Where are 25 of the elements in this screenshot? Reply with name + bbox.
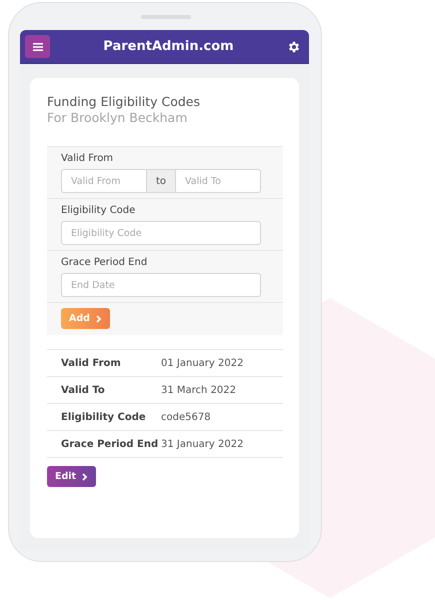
settings-icon[interactable] xyxy=(287,40,301,54)
edit-button[interactable]: Edit xyxy=(47,466,96,487)
detail-value: 31 January 2022 xyxy=(161,438,244,450)
detail-label: Valid To xyxy=(61,384,106,396)
chevron-right-icon xyxy=(82,472,88,480)
field-label: Grace Period End xyxy=(61,257,148,268)
field-label: Valid From xyxy=(61,153,114,164)
menu-icon xyxy=(32,42,42,50)
detail-value: 31 March 2022 xyxy=(161,384,236,396)
card-title: Funding Eligibility Codes xyxy=(47,94,201,109)
input-field[interactable]: Valid From xyxy=(61,169,147,193)
detail-value: 01 January 2022 xyxy=(161,358,244,368)
detail-label: Eligibility Code xyxy=(61,412,147,422)
input-field[interactable]: Valid To xyxy=(175,169,261,193)
input-field[interactable]: Eligibility Code xyxy=(61,221,261,245)
detail-label: Grace Period End xyxy=(61,438,160,450)
range-separator: to xyxy=(147,169,175,193)
site-title: ParentAdmin.com xyxy=(102,39,235,54)
field-label: Eligibility Code xyxy=(61,205,136,216)
detail-label: Valid From xyxy=(61,358,122,368)
card-subtitle: For Brooklyn Beckham xyxy=(47,110,188,125)
input-field[interactable]: End Date xyxy=(61,273,261,297)
chevron-right-icon xyxy=(96,314,102,322)
menu-button[interactable] xyxy=(25,35,50,58)
detail-value: code5678 xyxy=(161,412,211,422)
